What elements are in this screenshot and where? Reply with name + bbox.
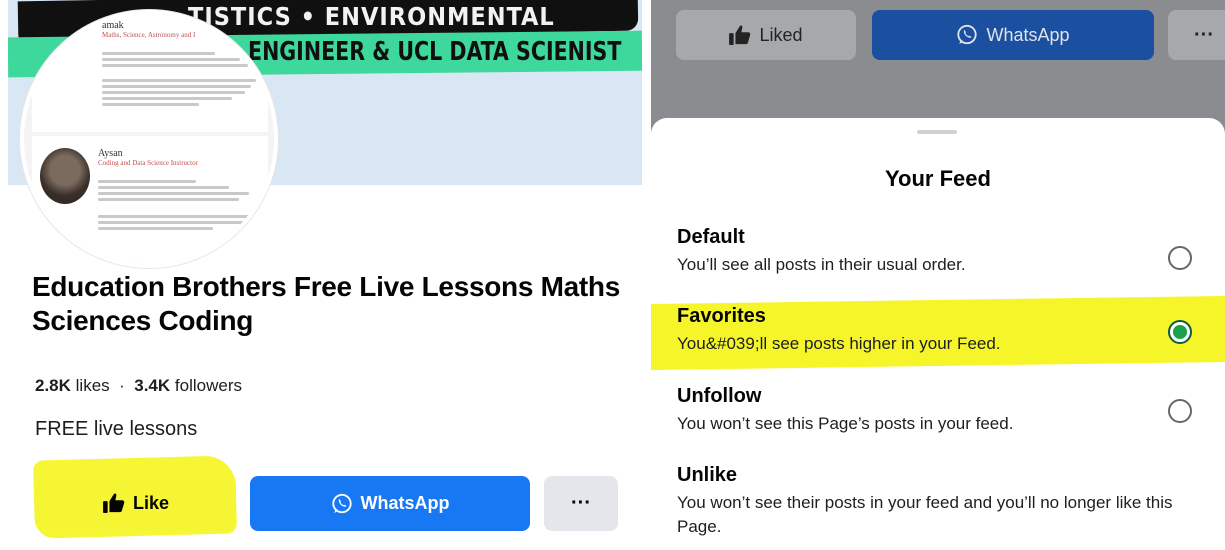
followers-count: 3.4K — [134, 376, 171, 395]
page-profile-pane: TISTICS • ENVIRONMENTAL ENGINEER & UCL D… — [0, 0, 642, 550]
feed-option-unlike[interactable]: Unlike You won’t see their posts in your… — [677, 464, 1217, 539]
profile-card-2: Aysan Coding and Data Science Instructor — [32, 136, 268, 264]
thumbs-up-icon — [103, 493, 125, 513]
likes-label[interactable]: likes — [76, 376, 110, 395]
option-description: You won’t see this Page’s posts in your … — [677, 414, 1014, 433]
like-button-content[interactable]: Like — [36, 476, 236, 530]
thumbs-up-icon — [729, 25, 751, 45]
feed-option-unfollow[interactable]: Unfollow You won’t see this Page’s posts… — [677, 385, 1217, 436]
whatsapp-button-label: WhatsApp — [360, 493, 450, 513]
card1-name: amak — [102, 20, 124, 31]
feed-option-default[interactable]: Default You’ll see all posts in their us… — [677, 226, 1217, 277]
card1-subtitle: Maths, Science, Astronomy and I — [102, 31, 196, 39]
radio-unfollow[interactable] — [1168, 399, 1192, 423]
liked-button[interactable]: Liked — [676, 10, 856, 60]
sheet-title: Your Feed — [885, 166, 991, 191]
feed-option-favorites[interactable]: Favorites You&#039;ll see posts higher i… — [677, 305, 1217, 356]
followers-label[interactable]: followers — [175, 376, 242, 395]
page-bio: FREE live lessons — [35, 418, 198, 440]
option-description: You won’t see their posts in your feed a… — [677, 493, 1173, 536]
whatsapp-button[interactable]: WhatsApp — [250, 476, 530, 531]
sheet-drag-handle[interactable] — [917, 130, 957, 134]
radio-default[interactable] — [1168, 246, 1192, 270]
instructor-photo — [40, 148, 90, 204]
like-button-label: Like — [132, 492, 170, 513]
whatsapp-button-dimmed[interactable]: WhatsApp — [872, 10, 1154, 60]
feed-preferences-pane: Liked WhatsApp ··· Your Feed Default You… — [651, 0, 1225, 550]
liked-button-label: Liked — [759, 24, 803, 45]
card2-subtitle: Coding and Data Science Instructor — [98, 159, 198, 167]
cover-banner-green-text: ENGINEER & UCL DATA SCIENIST — [248, 37, 622, 67]
more-options-button[interactable]: ··· — [544, 476, 618, 531]
card2-name: Aysan — [98, 148, 123, 159]
option-title: Unlike — [677, 464, 738, 486]
stats-separator: · — [119, 376, 125, 395]
whatsapp-icon — [957, 24, 978, 45]
more-icon: ··· — [1194, 23, 1214, 46]
page-title: Education Brothers Free Live Lessons Mat… — [32, 271, 620, 336]
more-icon: ··· — [571, 492, 591, 514]
option-title: Favorites — [677, 305, 766, 327]
whatsapp-icon — [331, 493, 352, 513]
page-stats: 2.8K likes · 3.4K followers — [35, 376, 242, 396]
option-title: Default — [677, 226, 745, 248]
option-description: You&#039;ll see posts higher in your Fee… — [677, 334, 1001, 353]
profile-card-1: amak Maths, Science, Astronomy and I — [32, 14, 268, 132]
likes-count: 2.8K — [35, 376, 71, 395]
profile-picture[interactable]: amak Maths, Science, Astronomy and I Ays… — [20, 10, 278, 268]
more-options-button[interactable]: ··· — [1168, 10, 1225, 60]
option-description: You’ll see all posts in their usual orde… — [677, 255, 966, 274]
radio-favorites-selected[interactable] — [1168, 320, 1192, 344]
option-title: Unfollow — [677, 385, 762, 407]
whatsapp-button-label: WhatsApp — [986, 24, 1070, 45]
